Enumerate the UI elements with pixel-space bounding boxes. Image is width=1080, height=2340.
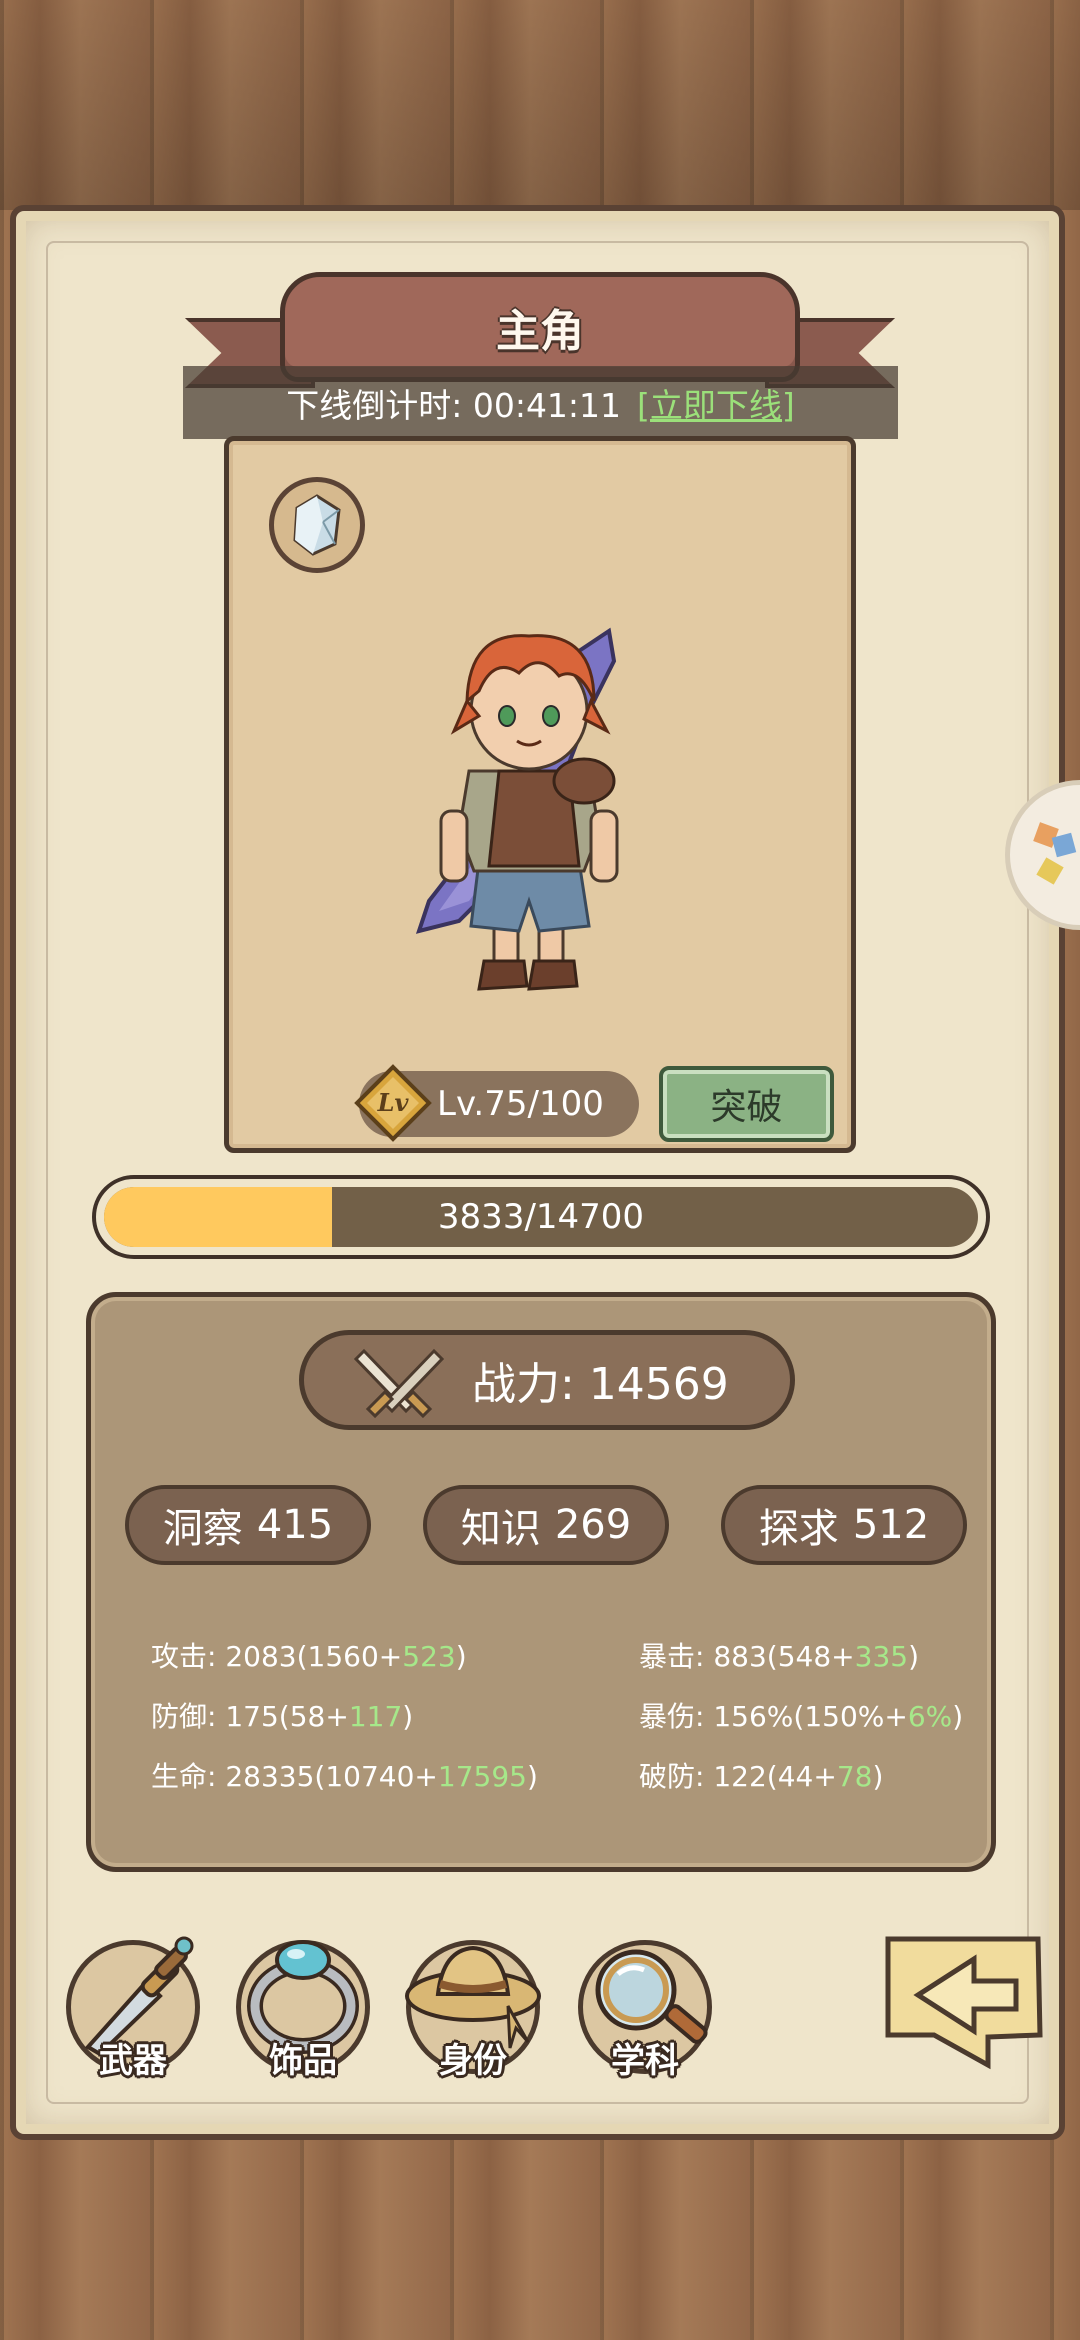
attr-knowledge: 知识 269	[423, 1485, 669, 1565]
combat-power: 战力: 14569	[299, 1330, 795, 1430]
crystal-gem-icon[interactable]	[269, 477, 365, 573]
nav-identity-label: 身份	[439, 2041, 507, 2081]
stat-crit-damage: 暴伤: 156%(150%+6%)	[639, 1700, 964, 1733]
stat-defense: 防御: 175(58+117)	[151, 1700, 414, 1733]
hero-character-illustration	[415, 627, 619, 991]
nav-subject-button[interactable]: 学科	[570, 1932, 720, 2082]
offline-countdown-time: 00:41:11	[472, 385, 622, 425]
nav-accessory-button[interactable]: 饰品	[228, 1932, 378, 2082]
nav-identity-button[interactable]: 身份	[398, 1932, 548, 2082]
stat-armor-break: 破防: 122(44+78)	[639, 1760, 884, 1793]
svg-text:Lv: Lv	[377, 1088, 410, 1117]
nav-weapon-label: 武器	[99, 2041, 167, 2081]
crossed-swords-icon	[354, 1348, 444, 1419]
nav-subject-label: 学科	[611, 2041, 679, 2081]
stat-crit: 暴击: 883(548+335)	[639, 1640, 920, 1673]
stats-panel: 战力: 14569 洞察 415 知识 269 探求 512 攻击: 2083(…	[86, 1292, 996, 1872]
level-text: Lv.75/100	[437, 1084, 604, 1124]
combat-power-text: 战力: 14569	[472, 1359, 729, 1410]
page-title: 主角	[496, 306, 584, 357]
offline-countdown-bar: 下线倒计时: 00:41:11 [立即下线]	[183, 366, 898, 439]
back-arrow-icon[interactable]	[878, 1925, 1050, 2075]
attr-insight: 洞察 415	[125, 1485, 371, 1565]
offline-countdown-label: 下线倒计时: 00:41:11	[286, 385, 622, 425]
stat-health: 生命: 28335(10740+17595)	[151, 1760, 538, 1793]
character-portrait-frame: Lv.75/100 Lv 突破	[224, 436, 856, 1153]
nav-accessory-label: 饰品	[269, 2041, 337, 2081]
exp-text: 3833/14700	[437, 1197, 645, 1237]
wood-shadow	[0, 0, 1080, 210]
offline-now-link[interactable]: [立即下线]	[637, 379, 795, 427]
level-badge-icon: Lv	[354, 1064, 432, 1142]
blocks-icon	[1033, 822, 1077, 885]
breakthrough-button[interactable]: 突破	[659, 1066, 834, 1142]
nav-weapon-button[interactable]: 武器	[58, 1932, 208, 2082]
stat-attack: 攻击: 2083(1560+523)	[151, 1640, 467, 1673]
attr-quest: 探求 512	[721, 1485, 967, 1565]
